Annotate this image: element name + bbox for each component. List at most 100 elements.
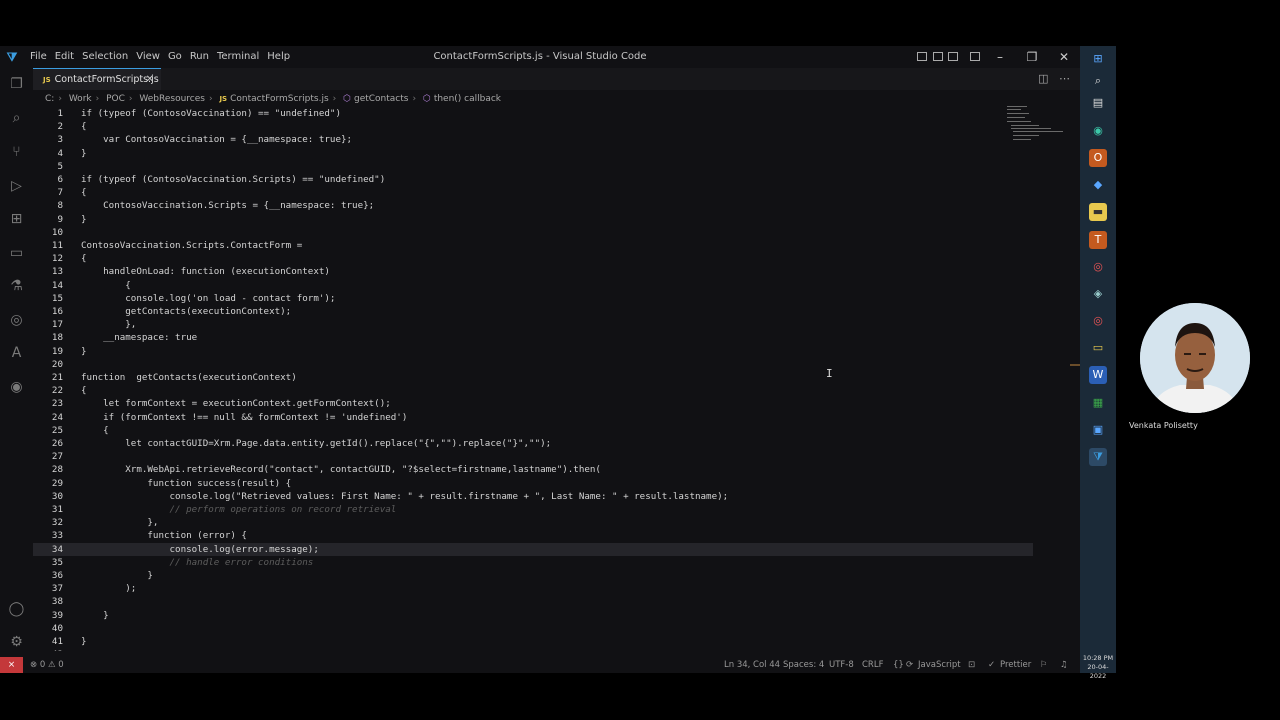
code-line[interactable]: 9} xyxy=(33,213,1033,226)
account-status-icon[interactable]: ⚐ xyxy=(1040,657,1048,673)
restore-icon[interactable]: ❐ xyxy=(1016,46,1048,68)
close-tab-icon[interactable]: ✕ xyxy=(146,69,154,90)
sync-icon[interactable]: ⟳ xyxy=(906,657,913,673)
menu-item-edit[interactable]: Edit xyxy=(55,46,80,68)
breadcrumb-item[interactable]: getContacts xyxy=(354,94,408,104)
language-mode[interactable]: JavaScript xyxy=(918,657,961,673)
code-line[interactable]: 22 { xyxy=(33,384,1033,397)
brace-icon[interactable]: {} xyxy=(893,657,904,673)
taskbar-search-icon[interactable]: ⌕ xyxy=(1089,72,1107,90)
indentation[interactable]: Spaces: 4 xyxy=(783,657,824,673)
code-line[interactable]: 35 // handle error conditions xyxy=(33,556,1033,569)
code-line[interactable]: 42 xyxy=(33,648,1033,651)
code-line[interactable]: 16 getContacts(executionContext); xyxy=(33,305,1033,318)
vscode-logo-icon[interactable]: ⧩ xyxy=(5,50,19,64)
end-of-line[interactable]: CRLF xyxy=(862,657,883,673)
formatter[interactable]: Prettier xyxy=(1000,657,1031,673)
github-icon[interactable]: ◉ xyxy=(8,379,25,396)
code-line[interactable]: 11 ContosoVaccination.Scripts.ContactForm… xyxy=(33,239,1033,252)
word-icon[interactable]: W xyxy=(1089,366,1107,384)
code-line[interactable]: 33 function (error) { xyxy=(33,529,1033,542)
breadcrumb-item[interactable]: WebResources xyxy=(139,94,205,104)
code-line[interactable]: 13 handleOnLoad: function (executionCont… xyxy=(33,265,1033,278)
code-line[interactable]: 3 var ContosoVaccination = {__namespace:… xyxy=(33,133,1033,146)
accounts-icon[interactable]: ◯ xyxy=(8,601,25,618)
code-editor[interactable]: 1 if (typeof (ContosoVaccination) == "und… xyxy=(33,107,1080,651)
remote-indicator-icon[interactable]: ⨯ xyxy=(0,657,23,673)
code-line[interactable]: 40 xyxy=(33,622,1033,635)
code-line[interactable]: 8 ContosoVaccination.Scripts = {__namesp… xyxy=(33,199,1033,212)
code-line[interactable]: 26 let contactGUID=Xrm.Page.data.entity.… xyxy=(33,437,1033,450)
run-debug-icon[interactable]: ▷ xyxy=(8,178,25,195)
system-clock[interactable]: 10:28 PM 20-04-2022 xyxy=(1080,654,1116,681)
breadcrumb-item[interactable]: POC xyxy=(106,94,125,104)
code-line[interactable]: 41} xyxy=(33,635,1033,648)
chrome-profile-icon[interactable]: ◎ xyxy=(1089,312,1107,330)
menu-item-help[interactable]: Help xyxy=(267,46,296,68)
code-line[interactable]: 15 console.log('on load - contact form')… xyxy=(33,292,1033,305)
minimap[interactable] xyxy=(1005,104,1065,144)
code-line[interactable]: 1 if (typeof (ContosoVaccination) == "und… xyxy=(33,107,1033,120)
problems-indicator[interactable]: ⊗ 0 ⚠ 0 xyxy=(30,657,64,673)
docker-icon[interactable]: ◎ xyxy=(8,312,25,329)
azure-icon[interactable]: A xyxy=(8,345,25,362)
minimize-icon[interactable]: – xyxy=(984,46,1016,68)
explorer-icon[interactable]: ❐ xyxy=(8,76,25,93)
tab-contactformscripts[interactable]: JS ContactFormScripts.js ✕ xyxy=(33,68,161,90)
teams-icon[interactable]: T xyxy=(1089,231,1107,249)
breadcrumb-item[interactable]: Work xyxy=(69,94,92,104)
code-line[interactable]: 39 } xyxy=(33,609,1033,622)
windows-start-icon[interactable]: ⊞ xyxy=(1089,50,1107,68)
code-line[interactable]: 4} xyxy=(33,147,1033,160)
code-line[interactable]: 18 __namespace: true xyxy=(33,331,1033,344)
toggle-panel-icon[interactable] xyxy=(933,52,943,61)
toggle-secondary-sidebar-icon[interactable] xyxy=(948,52,958,61)
testing-icon[interactable]: ⚗ xyxy=(8,278,25,295)
code-line[interactable]: 38 xyxy=(33,595,1033,608)
breadcrumb-item[interactable]: C: xyxy=(45,94,54,104)
menu-item-go[interactable]: Go xyxy=(168,46,188,68)
menu-item-terminal[interactable]: Terminal xyxy=(217,46,265,68)
code-line[interactable]: 2{ xyxy=(33,120,1033,133)
breadcrumb-item[interactable]: then() callback xyxy=(434,94,501,104)
code-line[interactable]: 25 { xyxy=(33,424,1033,437)
azure-data-studio-icon[interactable]: ◆ xyxy=(1089,176,1107,194)
code-line[interactable]: 37 ); xyxy=(33,582,1033,595)
excel-icon[interactable]: ▦ xyxy=(1089,394,1107,412)
close-window-icon[interactable]: ✕ xyxy=(1048,46,1080,68)
menu-item-view[interactable]: View xyxy=(136,46,166,68)
code-line[interactable]: 19} xyxy=(33,345,1033,358)
code-line[interactable]: 36 } xyxy=(33,569,1033,582)
menu-item-selection[interactable]: Selection xyxy=(82,46,134,68)
edge-icon[interactable]: ◉ xyxy=(1089,122,1107,140)
split-editor-icon[interactable]: ◫ xyxy=(1038,72,1048,85)
file-explorer-icon[interactable]: ▭ xyxy=(1089,339,1107,357)
code-line[interactable]: 28 Xrm.WebApi.retrieveRecord("contact", … xyxy=(33,463,1033,476)
remote-explorer-icon[interactable]: ▭ xyxy=(8,245,25,262)
code-line[interactable]: 7{ xyxy=(33,186,1033,199)
code-line[interactable]: 5 xyxy=(33,160,1033,173)
code-line[interactable]: 34 console.log(error.message); xyxy=(33,542,1033,556)
code-line[interactable]: 14 { xyxy=(33,279,1033,292)
menu-item-file[interactable]: File xyxy=(30,46,53,68)
remote-desktop-icon[interactable]: ▣ xyxy=(1089,421,1107,439)
more-actions-icon[interactable]: ⋯ xyxy=(1059,72,1070,85)
code-line[interactable]: 32 }, xyxy=(33,516,1033,529)
chrome-icon[interactable]: ◎ xyxy=(1089,258,1107,276)
toggle-sidebar-icon[interactable] xyxy=(917,52,927,61)
feedback-icon[interactable]: ⊡ xyxy=(968,657,975,673)
code-line[interactable]: 29 function success(result) { xyxy=(33,477,1033,490)
encoding[interactable]: UTF-8 xyxy=(829,657,854,673)
code-line[interactable]: 23 let formContext = executionContext.ge… xyxy=(33,397,1033,410)
menu-item-run[interactable]: Run xyxy=(190,46,215,68)
app-icon[interactable]: ◈ xyxy=(1089,285,1107,303)
code-line[interactable]: 30 console.log("Retrieved values: First … xyxy=(33,490,1033,503)
cursor-position[interactable]: Ln 34, Col 44 xyxy=(724,657,780,673)
code-line[interactable]: 24 if (formContext !== null && formConte… xyxy=(33,411,1033,424)
vscode-taskbar-icon[interactable]: ⧩ xyxy=(1089,448,1107,466)
task-view-icon[interactable]: ▤ xyxy=(1089,94,1107,112)
source-control-icon[interactable]: ⑂ xyxy=(8,144,25,161)
extensions-icon[interactable]: ⊞ xyxy=(8,211,25,228)
sticky-notes-icon[interactable]: ▬ xyxy=(1089,203,1107,221)
code-line[interactable]: 21 function getContacts(executionContext) xyxy=(33,371,1033,384)
